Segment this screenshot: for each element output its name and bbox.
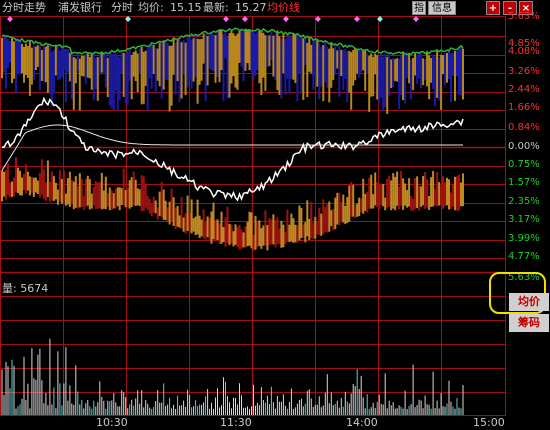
avg-price-value: 15.15 xyxy=(170,1,202,14)
last-price-value: 15.27 xyxy=(235,1,267,14)
axis-label: 3.99% xyxy=(508,233,540,244)
last-price-label: 最新: xyxy=(203,1,229,14)
intraday-chart-canvas[interactable] xyxy=(0,0,550,430)
axis-label: 0.00% xyxy=(508,141,540,152)
axis-label: 4.77% xyxy=(508,251,540,262)
intraday-chart-window: 分时走势 浦发银行 分时 均价: 15.15 最新: 15.27 均价线 指 信… xyxy=(0,0,550,430)
volume-label-text: 量: xyxy=(2,282,17,295)
time-tick-label: 11:30 xyxy=(220,416,252,429)
axis-label: 2.44% xyxy=(508,84,540,95)
avg-price-button[interactable]: 均价 xyxy=(509,293,549,311)
axis-label: 0.75% xyxy=(508,159,540,170)
axis-label: 4.08% xyxy=(508,46,540,57)
volume-label: 量: 5674 xyxy=(2,280,48,296)
avg-price-label: 均价: xyxy=(138,1,164,14)
avg-line-legend: 均价线 xyxy=(267,1,300,14)
time-tick-label: 15:00 xyxy=(473,416,505,429)
volume-value: 5674 xyxy=(20,282,49,295)
view-title: 分时走势 xyxy=(2,1,46,14)
time-tick-label: 14:00 xyxy=(346,416,378,429)
axis-label: 3.17% xyxy=(508,214,540,225)
axis-label: 0.84% xyxy=(508,122,540,133)
view-type: 分时 xyxy=(111,1,133,14)
stock-name: 浦发银行 xyxy=(58,1,102,14)
axis-label: 2.35% xyxy=(508,196,540,207)
time-tick-label: 10:30 xyxy=(96,416,128,429)
zoom-in-button[interactable]: + xyxy=(486,1,500,15)
title-bar: 分时走势 浦发银行 分时 均价: 15.15 最新: 15.27 均价线 指 信… xyxy=(0,0,550,16)
info-button[interactable]: 信息 xyxy=(428,1,456,15)
axis-label: 1.66% xyxy=(508,102,540,113)
chip-distribution-button[interactable]: 筹码 xyxy=(509,314,549,332)
indicator-button[interactable]: 指 xyxy=(412,1,426,15)
axis-label: 5.63% xyxy=(508,11,540,22)
axis-label: 1.57% xyxy=(508,177,540,188)
axis-label: 3.26% xyxy=(508,66,540,77)
